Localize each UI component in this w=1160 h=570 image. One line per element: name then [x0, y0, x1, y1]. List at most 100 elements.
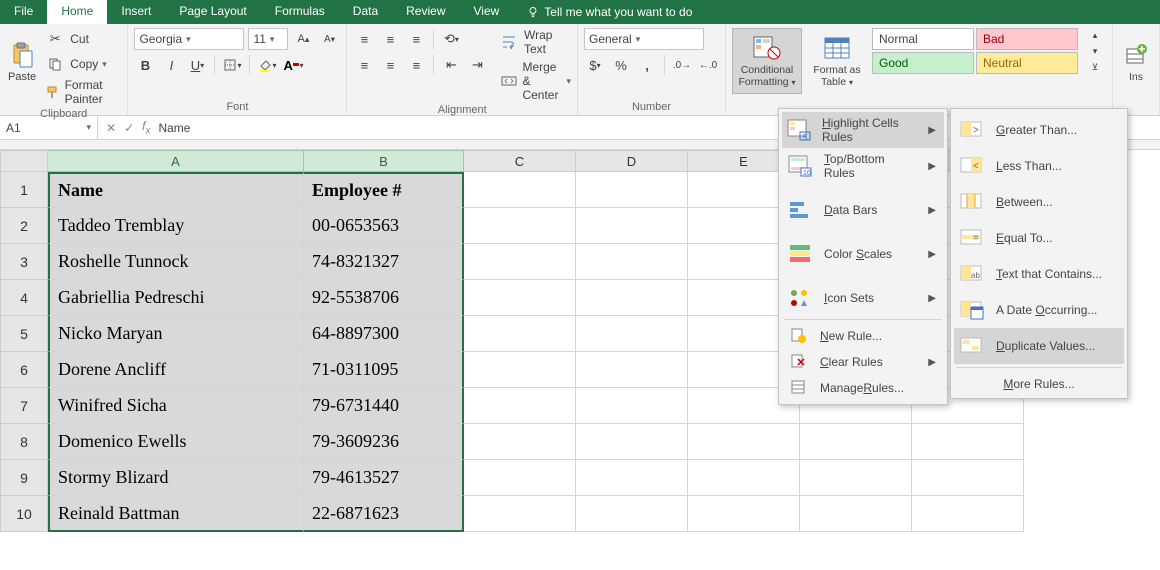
cell[interactable]	[688, 496, 800, 532]
col-header-A[interactable]: A	[48, 150, 304, 172]
menu-less-than[interactable]: < Less Than...	[954, 148, 1124, 184]
select-all-corner[interactable]	[0, 150, 48, 172]
menu-highlight-cells-rules[interactable]: 5 Highlight Cells Rules ▶	[782, 112, 944, 148]
number-format-combo[interactable]: General▾	[584, 28, 704, 50]
row-header[interactable]: 10	[0, 496, 48, 532]
cell[interactable]	[464, 280, 576, 316]
styles-scroll-up[interactable]: ▴	[1084, 28, 1106, 42]
cell-style-neutral[interactable]: Neutral	[976, 52, 1078, 74]
align-top-button[interactable]: ≡	[353, 28, 375, 50]
decrease-font-button[interactable]: A▾	[318, 28, 340, 50]
cell[interactable]	[800, 496, 912, 532]
cell[interactable]	[464, 172, 576, 208]
cell[interactable]	[576, 244, 688, 280]
cell[interactable]	[576, 460, 688, 496]
cell[interactable]	[464, 460, 576, 496]
cell[interactable]	[576, 496, 688, 532]
cell-B2[interactable]: 00-0653563	[304, 208, 464, 244]
menu-date-occurring[interactable]: A Date Occurring...	[954, 292, 1124, 328]
merge-center-button[interactable]: Merge & Center▾	[500, 60, 571, 102]
name-box[interactable]: A1▾	[0, 116, 98, 139]
cell[interactable]	[576, 388, 688, 424]
conditional-formatting-button[interactable]: Conditional Formatting ▾	[732, 28, 802, 94]
cell[interactable]	[464, 316, 576, 352]
tab-formulas[interactable]: Formulas	[261, 0, 339, 24]
row-header[interactable]: 5	[0, 316, 48, 352]
tab-file[interactable]: File	[0, 0, 47, 24]
menu-clear-rules[interactable]: Clear Rules▶	[782, 349, 944, 375]
cell-B7[interactable]: 79-6731440	[304, 388, 464, 424]
menu-greater-than[interactable]: > Greater Than...	[954, 112, 1124, 148]
menu-more-rules[interactable]: More Rules...	[954, 371, 1124, 395]
cell[interactable]	[576, 316, 688, 352]
paste-button[interactable]: Paste	[6, 28, 38, 94]
cell[interactable]	[576, 208, 688, 244]
cell-B3[interactable]: 74-8321327	[304, 244, 464, 280]
col-header-B[interactable]: B	[304, 150, 464, 172]
percent-button[interactable]: %	[610, 54, 632, 76]
menu-data-bars[interactable]: Data Bars ▶	[782, 192, 944, 228]
row-header[interactable]: 8	[0, 424, 48, 460]
cell-A5[interactable]: Nicko Maryan	[48, 316, 304, 352]
tab-insert[interactable]: Insert	[107, 0, 165, 24]
format-as-table-button[interactable]: Format as Table ▾	[808, 28, 866, 94]
cell[interactable]	[464, 208, 576, 244]
cell-A7[interactable]: Winifred Sicha	[48, 388, 304, 424]
cell-B4[interactable]: 92-5538706	[304, 280, 464, 316]
menu-between[interactable]: Between...	[954, 184, 1124, 220]
tell-me-search[interactable]: Tell me what you want to do	[513, 0, 706, 24]
format-painter-button[interactable]: Format Painter	[44, 78, 121, 106]
cell-A1[interactable]: Name	[48, 172, 304, 208]
cell[interactable]	[464, 388, 576, 424]
cell-A9[interactable]: Stormy Blizard	[48, 460, 304, 496]
menu-duplicate-values[interactable]: Duplicate Values...	[954, 328, 1124, 364]
menu-color-scales[interactable]: Color Scales ▶	[782, 236, 944, 272]
enter-formula-button[interactable]: ✓	[124, 121, 134, 135]
align-left-button[interactable]: ≡	[353, 54, 375, 76]
cell[interactable]	[576, 280, 688, 316]
cell[interactable]	[688, 424, 800, 460]
cell-style-good[interactable]: Good	[872, 52, 974, 74]
cell[interactable]	[464, 496, 576, 532]
bold-button[interactable]: B	[134, 54, 156, 76]
comma-button[interactable]: ,	[636, 54, 658, 76]
cell[interactable]	[576, 424, 688, 460]
fill-color-button[interactable]: ▾	[256, 54, 278, 76]
row-header[interactable]: 3	[0, 244, 48, 280]
cell[interactable]	[912, 424, 1024, 460]
cell[interactable]	[576, 352, 688, 388]
col-header-D[interactable]: D	[576, 150, 688, 172]
cell[interactable]	[800, 460, 912, 496]
cell[interactable]	[800, 424, 912, 460]
menu-manage-rules[interactable]: Manage Rules...	[782, 375, 944, 401]
italic-button[interactable]: I	[160, 54, 182, 76]
increase-decimal-button[interactable]: .0→	[671, 54, 693, 76]
cell-B9[interactable]: 79-4613527	[304, 460, 464, 496]
align-bottom-button[interactable]: ≡	[405, 28, 427, 50]
row-header[interactable]: 9	[0, 460, 48, 496]
row-header[interactable]: 7	[0, 388, 48, 424]
styles-scroll-down[interactable]: ▾	[1084, 44, 1106, 58]
cell[interactable]	[912, 496, 1024, 532]
tab-data[interactable]: Data	[339, 0, 392, 24]
underline-button[interactable]: U▾	[186, 54, 208, 76]
styles-more[interactable]: ⊻	[1084, 60, 1106, 74]
font-color-button[interactable]: A▾	[282, 54, 304, 76]
cell-A8[interactable]: Domenico Ewells	[48, 424, 304, 460]
decrease-decimal-button[interactable]: ←.0	[697, 54, 719, 76]
row-header[interactable]: 1	[0, 172, 48, 208]
cell[interactable]	[464, 244, 576, 280]
align-middle-button[interactable]: ≡	[379, 28, 401, 50]
cell[interactable]	[464, 424, 576, 460]
row-header[interactable]: 4	[0, 280, 48, 316]
borders-button[interactable]: ▾	[221, 54, 243, 76]
cell-style-normal[interactable]: Normal	[872, 28, 974, 50]
insert-cells-button[interactable]: Ins	[1119, 28, 1153, 94]
menu-new-rule[interactable]: New Rule...	[782, 323, 944, 349]
cell[interactable]	[576, 172, 688, 208]
menu-icon-sets[interactable]: Icon Sets ▶	[782, 280, 944, 316]
row-header[interactable]: 2	[0, 208, 48, 244]
tab-home[interactable]: Home	[47, 0, 107, 24]
cancel-formula-button[interactable]: ✕	[106, 121, 116, 135]
col-header-C[interactable]: C	[464, 150, 576, 172]
